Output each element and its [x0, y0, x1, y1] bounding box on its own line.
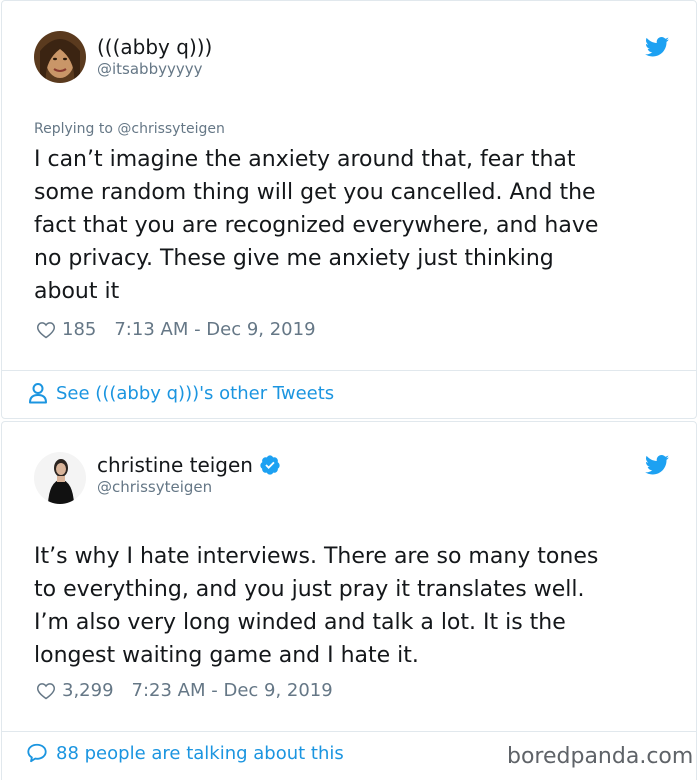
see-other-tweets-label: See (((abby q)))'s other Tweets [56, 382, 335, 404]
twitter-bird-icon[interactable] [645, 455, 669, 475]
avatar[interactable] [34, 452, 86, 504]
speech-bubble-icon [27, 743, 47, 763]
watermark: boredpanda.com [507, 744, 694, 769]
handle[interactable]: @chrissyteigen [97, 477, 212, 497]
replying-to[interactable]: Replying to @chrissyteigen [34, 121, 225, 137]
like-count[interactable]: 185 [62, 319, 96, 340]
heart-icon[interactable] [36, 681, 56, 701]
tweet-meta: 3,299 7:23 AM - Dec 9, 2019 [36, 680, 333, 701]
talking-label: 88 people are talking about this [56, 742, 344, 764]
tweet-text-line: I can’t imagine the anxiety around that,… [34, 147, 576, 172]
timestamp[interactable]: 7:13 AM - Dec 9, 2019 [114, 319, 315, 340]
tweet-text-line: some random thing will get you cancelled… [34, 180, 596, 205]
display-name-label: christine teigen [97, 453, 253, 477]
twitter-bird-icon[interactable] [645, 37, 669, 57]
talking-link[interactable]: 88 people are talking about this [26, 742, 344, 764]
tweet-text-line: fact that you are recognized everywhere,… [34, 213, 599, 238]
timestamp[interactable]: 7:23 AM - Dec 9, 2019 [132, 680, 333, 701]
heart-icon[interactable] [36, 320, 56, 340]
handle[interactable]: @itsabbyyyyy [97, 59, 202, 79]
tweet-text: I can’t imagine the anxiety around that,… [34, 143, 674, 308]
see-other-tweets-link[interactable]: See (((abby q)))'s other Tweets [28, 382, 334, 404]
verified-badge-icon [260, 455, 280, 475]
like-count[interactable]: 3,299 [62, 680, 114, 701]
tweet-meta: 185 7:13 AM - Dec 9, 2019 [36, 319, 316, 340]
tweet-card-abby: (((abby q))) @itsabbyyyyy Replying to @c… [1, 0, 697, 419]
avatar[interactable] [34, 31, 86, 83]
tweet-text-line: I’m also very long winded and talk a lot… [34, 610, 566, 635]
tweet-text-line: no privacy. These give me anxiety just t… [34, 246, 554, 271]
tweet-text-line: It’s why I hate interviews. There are so… [34, 544, 599, 569]
tweet-text-line: to everything, and you just pray it tran… [34, 577, 585, 602]
divider [2, 731, 696, 732]
tweet-text-line: about it [34, 279, 120, 304]
tweet-text-line: longest waiting game and I hate it. [34, 643, 419, 668]
display-name[interactable]: (((abby q))) [97, 35, 212, 59]
person-icon [29, 383, 47, 404]
tweet-text: It’s why I hate interviews. There are so… [34, 540, 674, 672]
tweet-card-chrissy: christine teigen @chrissyteigen It’s why… [1, 421, 697, 780]
display-name[interactable]: christine teigen [97, 453, 281, 477]
divider [2, 370, 696, 371]
